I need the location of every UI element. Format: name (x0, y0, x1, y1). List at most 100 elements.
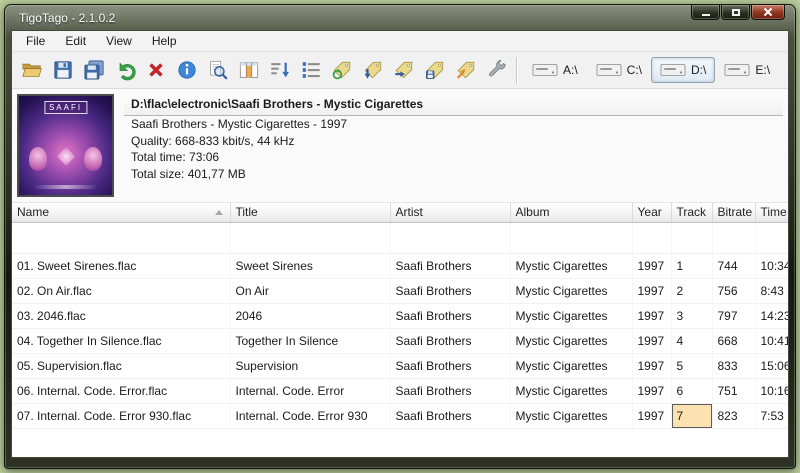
empty-cell-artist[interactable] (390, 222, 510, 253)
drive-a-button[interactable]: A:\ (523, 57, 587, 83)
cell-title[interactable]: Internal. Code. Error 930 (230, 403, 390, 428)
sort-descending-button[interactable] (264, 55, 295, 85)
cell-time[interactable]: 15:06 (755, 353, 788, 378)
empty-cell-title[interactable] (230, 222, 390, 253)
cell-name[interactable]: 04. Together In Silence.flac (12, 328, 230, 353)
drive-d-button[interactable]: D:\ (651, 57, 715, 83)
cell-artist[interactable]: Saafi Brothers (390, 403, 510, 428)
cell-year[interactable]: 1997 (632, 353, 671, 378)
cell-name[interactable]: 05. Supervision.flac (12, 353, 230, 378)
delete-button[interactable] (140, 55, 171, 85)
cell-album[interactable]: Mystic Cigarettes (510, 328, 632, 353)
cell-title[interactable]: Sweet Sirenes (230, 253, 390, 278)
cell-artist[interactable]: Saafi Brothers (390, 253, 510, 278)
cell-name[interactable]: 03. 2046.flac (12, 303, 230, 328)
cell-artist[interactable]: Saafi Brothers (390, 378, 510, 403)
close-button[interactable] (751, 5, 785, 20)
cell-album[interactable]: Mystic Cigarettes (510, 253, 632, 278)
cell-album[interactable]: Mystic Cigarettes (510, 403, 632, 428)
cell-name[interactable]: 07. Internal. Code. Error 930.flac (12, 403, 230, 428)
cell-artist[interactable]: Saafi Brothers (390, 278, 510, 303)
empty-cell-bitrate[interactable] (712, 222, 755, 253)
column-header-artist[interactable]: Artist (390, 203, 510, 222)
copy-tags-button[interactable] (388, 55, 419, 85)
paste-tags-button[interactable] (450, 55, 481, 85)
cell-name[interactable]: 02. On Air.flac (12, 278, 230, 303)
column-header-album[interactable]: Album (510, 203, 632, 222)
cell-bitrate[interactable]: 823 (712, 403, 755, 428)
cell-name[interactable]: 06. Internal. Code. Error.flac (12, 378, 230, 403)
cell-time[interactable]: 7:53 (755, 403, 788, 428)
cell-title[interactable]: Together In Silence (230, 328, 390, 353)
cell-title[interactable]: Supervision (230, 353, 390, 378)
undo-button[interactable] (109, 55, 140, 85)
tools-button[interactable] (481, 55, 512, 85)
cell-year[interactable]: 1997 (632, 278, 671, 303)
columns-button[interactable] (233, 55, 264, 85)
column-header-bitrate[interactable]: Bitrate (712, 203, 755, 222)
cell-track[interactable]: 1 (671, 253, 712, 278)
empty-cell-year[interactable] (632, 222, 671, 253)
save-tags-button[interactable] (419, 55, 450, 85)
cell-bitrate[interactable]: 751 (712, 378, 755, 403)
column-header-time[interactable]: Time (755, 203, 788, 222)
menu-view[interactable]: View (96, 31, 142, 51)
minimize-button[interactable] (691, 5, 720, 20)
cell-artist[interactable]: Saafi Brothers (390, 303, 510, 328)
cell-track[interactable]: 4 (671, 328, 712, 353)
cell-bitrate[interactable]: 833 (712, 353, 755, 378)
menu-file[interactable]: File (16, 31, 55, 51)
title-bar[interactable]: TigoTago - 2.1.0.2 (11, 5, 789, 30)
cell-bitrate[interactable]: 756 (712, 278, 755, 303)
cell-title[interactable]: On Air (230, 278, 390, 303)
cell-year[interactable]: 1997 (632, 403, 671, 428)
cell-time[interactable]: 8:43 (755, 278, 788, 303)
empty-cell-album[interactable] (510, 222, 632, 253)
cell-time[interactable]: 10:41 (755, 328, 788, 353)
info-button[interactable] (171, 55, 202, 85)
cell-track[interactable]: 3 (671, 303, 712, 328)
retag-refresh-button[interactable] (326, 55, 357, 85)
cell-time[interactable]: 10:34 (755, 253, 788, 278)
menu-help[interactable]: Help (142, 31, 187, 51)
cell-year[interactable]: 1997 (632, 378, 671, 403)
drive-c-button[interactable]: C:\ (587, 57, 651, 83)
empty-cell-track[interactable] (671, 222, 712, 253)
menu-edit[interactable]: Edit (55, 31, 96, 51)
cell-track[interactable]: 2 (671, 278, 712, 303)
maximize-button[interactable] (721, 5, 750, 20)
column-header-year[interactable]: Year (632, 203, 671, 222)
column-header-title[interactable]: Title (230, 203, 390, 222)
cell-year[interactable]: 1997 (632, 303, 671, 328)
preview-button[interactable] (202, 55, 233, 85)
cell-time[interactable]: 10:16 (755, 378, 788, 403)
cell-track[interactable]: 5 (671, 353, 712, 378)
cell-album[interactable]: Mystic Cigarettes (510, 303, 632, 328)
column-header-name[interactable]: Name (12, 203, 230, 222)
write-tags-button[interactable] (357, 55, 388, 85)
cell-bitrate[interactable]: 797 (712, 303, 755, 328)
empty-cell-time[interactable] (755, 222, 788, 253)
cell-album[interactable]: Mystic Cigarettes (510, 278, 632, 303)
cell-year[interactable]: 1997 (632, 253, 671, 278)
cell-bitrate[interactable]: 744 (712, 253, 755, 278)
cell-title[interactable]: 2046 (230, 303, 390, 328)
save-button[interactable] (47, 55, 78, 85)
cell-title[interactable]: Internal. Code. Error (230, 378, 390, 403)
open-folder-button[interactable] (16, 55, 47, 85)
numbered-list-button[interactable] (295, 55, 326, 85)
save-all-button[interactable] (78, 55, 109, 85)
cell-bitrate[interactable]: 668 (712, 328, 755, 353)
cell-time[interactable]: 14:23 (755, 303, 788, 328)
cell-track[interactable]: 6 (671, 378, 712, 403)
empty-cell-name[interactable] (12, 222, 230, 253)
cell-name[interactable]: 01. Sweet Sirenes.flac (12, 253, 230, 278)
cell-album[interactable]: Mystic Cigarettes (510, 353, 632, 378)
cell-artist[interactable]: Saafi Brothers (390, 353, 510, 378)
column-header-track[interactable]: Track (671, 203, 712, 222)
cell-year[interactable]: 1997 (632, 328, 671, 353)
cell-track-selected[interactable]: 7 (671, 403, 712, 428)
drive-e-button[interactable]: E:\ (715, 57, 779, 83)
cell-album[interactable]: Mystic Cigarettes (510, 378, 632, 403)
cell-artist[interactable]: Saafi Brothers (390, 328, 510, 353)
